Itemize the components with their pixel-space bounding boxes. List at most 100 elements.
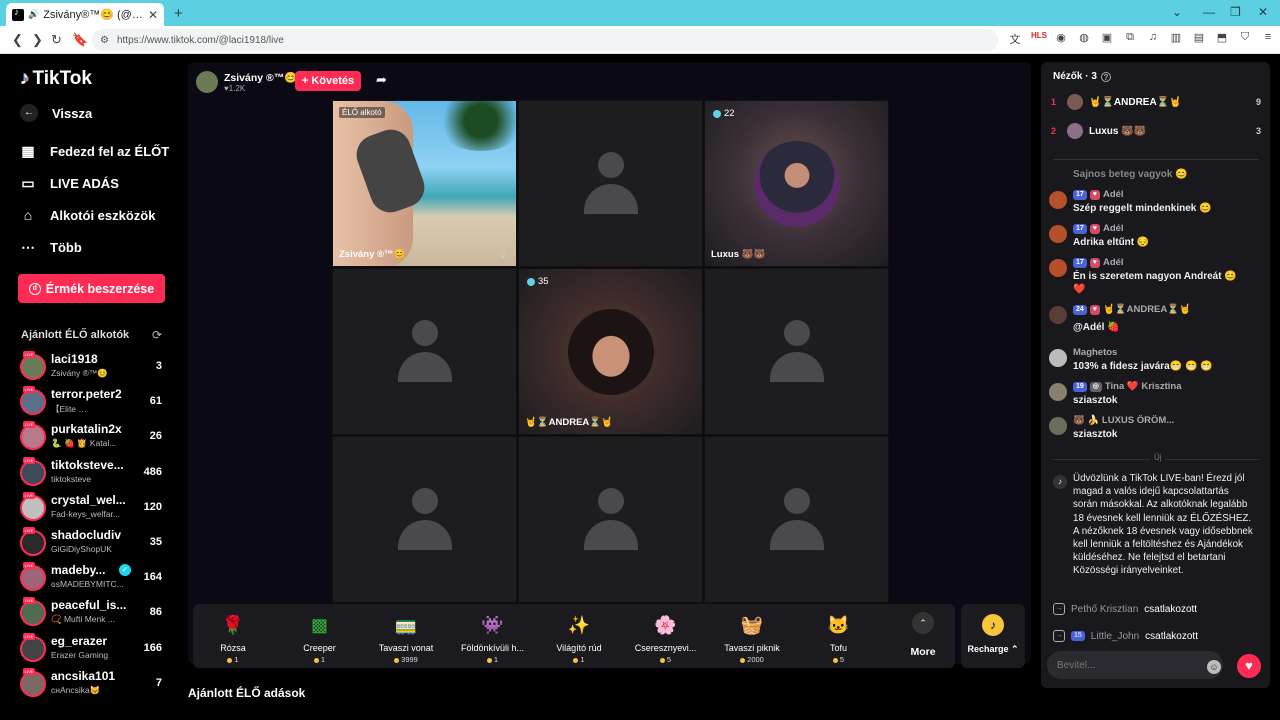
chat-message[interactable]: 19 ◎ Tina ❤️ Krisztina sziasztok — [1047, 381, 1265, 411]
nav-live-studio[interactable]: ▭ LIVE ADÁS — [20, 175, 118, 192]
heart-icon[interactable]: ♥ — [1237, 654, 1261, 678]
chat-text: Adrika eltűnt 😔 — [1073, 237, 1150, 248]
close-tab-icon[interactable]: ✕ — [148, 8, 158, 22]
guest-cell-empty[interactable] — [518, 100, 703, 267]
host-avatar[interactable] — [196, 71, 218, 93]
chat-message[interactable]: 17 ♥ Adél Én is szeretem nagyon Andreát 😊 … — [1047, 257, 1265, 299]
more-gifts-button[interactable]: ⌃ More — [906, 612, 940, 658]
help-icon[interactable]: ? — [1100, 71, 1111, 82]
chat-message[interactable]: 17 ♥ Adél Adrika eltűnt 😔 — [1047, 223, 1265, 253]
tab-search-icon[interactable]: ⌄ — [1172, 5, 1182, 19]
guest-cell-andrea[interactable]: 35 🤘⏳ANDREA⏳🤘 — [518, 268, 703, 435]
guest-cell-empty[interactable] — [704, 268, 889, 435]
back-link[interactable]: ← Vissza — [20, 104, 92, 122]
guest-cell-empty[interactable] — [332, 268, 517, 435]
back-arrow-icon[interactable]: ❮ — [12, 32, 23, 48]
creator-subtitle: Erazer Gaming — [51, 649, 109, 660]
creator-item[interactable]: LIVE laci1918 Zsivány ®™😊 3 — [20, 351, 170, 384]
viewers-header[interactable]: Nézők · 3 ? — [1053, 71, 1111, 82]
refresh-icon[interactable]: ⟳ — [152, 328, 162, 342]
creator-item[interactable]: LIVE terror.peter2 【Elite … 61 — [20, 386, 170, 419]
gift-item[interactable]: 👾 Földönkívüli h... 1 — [453, 612, 533, 665]
extension-icon[interactable]: ⬒ — [1215, 31, 1229, 47]
nav-creator-tools[interactable]: ⌂ Alkotói eszközök — [20, 207, 156, 223]
guest-cell-empty[interactable] — [518, 436, 703, 603]
restore-icon[interactable]: ❐ — [1230, 5, 1241, 19]
recharge-button[interactable]: ♪ Recharge ⌃ — [961, 604, 1025, 668]
browser-tab[interactable]: 🔊 Zsivány®™😊 (@laci1918) É... ✕ — [6, 3, 164, 26]
creator-name: purkatalin2x — [51, 422, 122, 437]
close-window-icon[interactable]: ✕ — [1258, 5, 1268, 19]
hls-extension-icon[interactable]: HLS — [1031, 31, 1047, 47]
emoji-icon[interactable]: ☺ — [1207, 660, 1221, 674]
creator-item[interactable]: LIVE eg_erazer Erazer Gaming 166 — [20, 632, 170, 666]
user-avatar[interactable] — [1049, 259, 1067, 277]
user-avatar[interactable] — [1049, 417, 1067, 435]
chat-input[interactable] — [1047, 651, 1223, 679]
user-avatar[interactable] — [1049, 306, 1067, 324]
viewer-row[interactable]: 1 🤘⏳ANDREA⏳🤘 9 — [1051, 93, 1261, 111]
chevron-up-icon: ⌃ — [912, 612, 934, 634]
reload-icon[interactable]: ↻ — [51, 32, 62, 48]
user-avatar[interactable] — [1049, 191, 1067, 209]
gift-item[interactable]: 🚃 Tavaszi vonat 3999 — [366, 612, 446, 665]
gift-item[interactable]: 🐱 Tofu 5 — [799, 612, 879, 665]
extension-icon[interactable]: ⧉ — [1123, 31, 1137, 47]
forward-arrow-icon[interactable]: ❯ — [32, 32, 43, 48]
chat-message[interactable]: 17 ♥ Adél Szép reggelt mindenkinek 😊 — [1047, 189, 1265, 219]
guest-cell-luxus[interactable]: 22 Luxus 🐻🐻 — [704, 100, 889, 267]
gift-item[interactable]: 🌹 Rózsa 1 — [193, 612, 273, 665]
host-info[interactable]: Zsivány ®™😊 ♥1.2K — [196, 70, 297, 94]
viewer-row[interactable]: 2 Luxus 🐻🐻 3 — [1051, 122, 1261, 140]
user-avatar[interactable] — [1049, 225, 1067, 243]
menu-icon[interactable]: ≡ — [1261, 31, 1275, 47]
creator-item[interactable]: LIVE shadocludiv GiGiDiyShopUK 35 — [20, 527, 170, 560]
nav-more[interactable]: ⋯ Több — [20, 239, 82, 256]
creator-viewer-count: 86 — [149, 606, 162, 619]
creator-item[interactable]: LIVE peaceful_is... 📿 Mufti Menk ... 86 — [20, 597, 170, 630]
url-field[interactable]: ⚙ https://www.tiktok.com/@laci1918/live — [92, 29, 998, 51]
chat-message[interactable]: 🐻 🍌 LUXUS ÖRÖM... sziasztok — [1047, 415, 1265, 445]
gift-item[interactable]: ✨ Világító rúd 1 — [539, 612, 619, 665]
user-avatar[interactable] — [1049, 349, 1067, 367]
gift-price: 1 — [539, 655, 619, 664]
chat-message[interactable]: 24 ♥ 🤘⏳ANDREA⏳🤘 @Adél 🍓 — [1047, 304, 1265, 340]
join-user[interactable]: Pethő Krisztian — [1071, 604, 1138, 615]
creator-item[interactable]: LIVE purkatalin2x 🐍 🍓 👸 Katal... 26 — [20, 421, 170, 454]
guest-cell-host[interactable]: ÉLŐ alkotó Zsivány ®™😊 🎙 — [332, 100, 517, 267]
extension-icon[interactable]: ▣ — [1100, 31, 1114, 47]
host-name: Zsivány ®™😊 — [224, 72, 298, 84]
site-info-icon[interactable]: ⚙ — [100, 35, 109, 46]
sidebar-icon[interactable]: ▥ — [1169, 31, 1183, 47]
chat-text: sziasztok — [1073, 429, 1118, 440]
user-avatar[interactable] — [1049, 383, 1067, 401]
live-badge: LIVE — [23, 421, 35, 429]
music-icon[interactable]: ♫ — [1146, 31, 1160, 47]
creeper-icon: ▩ — [310, 614, 328, 635]
nav-explore-live[interactable]: ▦ Fedezd fel az ÉLŐT — [20, 143, 169, 160]
tiktok-logo[interactable]: ♪ TikTok — [20, 68, 92, 90]
shield-icon[interactable]: ⛉ — [1238, 31, 1252, 47]
join-user[interactable]: Little_John — [1091, 631, 1139, 642]
guest-cell-empty[interactable] — [704, 436, 889, 603]
creator-item[interactable]: LIVE tiktoksteve... tiktoksteve 486 — [20, 456, 170, 490]
follow-button[interactable]: + Követés — [295, 71, 361, 91]
creator-viewer-count: 486 — [143, 465, 162, 478]
get-coins-button[interactable]: d Érmék beszerzése — [18, 274, 165, 303]
bookmark-icon[interactable]: 🔖 — [72, 32, 88, 48]
chat-message[interactable]: Maghetos 103% a fidesz javára😁 😁 😁 — [1047, 347, 1265, 377]
guest-cell-empty[interactable] — [332, 436, 517, 603]
share-icon[interactable]: ➦ — [376, 72, 387, 88]
extension-icon[interactable]: ◉ — [1054, 31, 1068, 47]
extension-icon[interactable]: ◍ — [1077, 31, 1091, 47]
creator-item[interactable]: LIVE ancsika101 ᴄнAncsika😽 7 — [20, 667, 170, 701]
creator-item[interactable]: LIVE madeby... ✓ ɢsMADEBYMITC... 164 — [20, 562, 170, 595]
gift-item[interactable]: 🌸 Cseresznyevi... 5 — [626, 612, 706, 665]
gift-item[interactable]: ▩ Creeper 1 — [280, 612, 360, 665]
wallet-icon[interactable]: ▤ — [1192, 31, 1206, 47]
minimize-icon[interactable]: — — [1203, 5, 1215, 19]
gift-item[interactable]: 🧺 Tavaszi piknik 2000 — [712, 612, 792, 665]
creator-item[interactable]: LIVE crystal_wel... Fad-keys_welfar... 120 — [20, 491, 170, 525]
translate-icon[interactable]: 文 — [1008, 31, 1022, 47]
new-tab-icon[interactable]: + — [174, 5, 183, 22]
